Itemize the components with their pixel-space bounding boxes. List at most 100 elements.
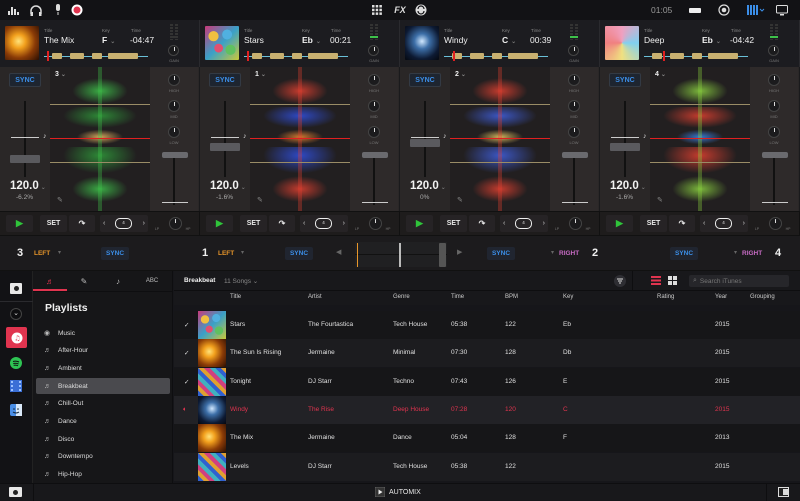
chevron-down-icon[interactable]: ▾: [734, 249, 737, 256]
chevron-down-icon[interactable]: ▾: [551, 249, 554, 256]
filter-knob[interactable]: [769, 217, 782, 230]
track-row[interactable]: ✓ Stars The Fourtastica Tech House 05:38 122 E…: [174, 311, 800, 339]
crossfader-handle[interactable]: [439, 243, 446, 267]
deck-number-select[interactable]: 3 ⌄: [55, 71, 66, 78]
sync-button[interactable]: SYNC: [487, 247, 515, 260]
waveform[interactable]: 3 ⌄ ✎: [50, 67, 150, 211]
finder-icon[interactable]: [10, 404, 22, 416]
playlists-tab[interactable]: ♬: [33, 271, 67, 291]
pitch-slider[interactable]: [624, 101, 626, 177]
jump-button[interactable]: ↷: [669, 215, 695, 232]
deck-side-select[interactable]: LEFT: [218, 250, 234, 257]
loop-toggle-button[interactable]: 4: [515, 218, 532, 229]
play-button[interactable]: ▶: [6, 215, 33, 232]
volume-fader-track[interactable]: [173, 155, 175, 205]
loop-increase-button[interactable]: ›: [343, 220, 345, 227]
song-count-dropdown[interactable]: 11 Songs ⌄: [224, 277, 258, 285]
volume-fader-track[interactable]: [373, 155, 375, 205]
eq-low-knob[interactable]: [768, 126, 780, 138]
sync-button[interactable]: SYNC: [209, 73, 241, 87]
pitch-slider[interactable]: [24, 101, 26, 177]
gain-knob[interactable]: [368, 45, 379, 56]
keyboard-icon[interactable]: [688, 3, 702, 17]
itunes-source-button[interactable]: ♫: [6, 327, 27, 348]
pitch-slider-handle[interactable]: [410, 139, 440, 147]
vinyl-icon[interactable]: [10, 283, 22, 294]
track-row[interactable]: The Mix Jermaine Dance 05:04 128 F 2013: [174, 424, 800, 453]
edit-pencil-icon[interactable]: ✎: [457, 196, 463, 204]
deck-key[interactable]: C ⌄: [502, 35, 516, 45]
cue-set-button[interactable]: SET: [240, 215, 267, 232]
deck-bpm[interactable]: 120.0 ⌄: [610, 180, 646, 192]
gain-control[interactable]: GAIN: [168, 24, 182, 64]
loop-decrease-button[interactable]: ‹: [503, 220, 505, 227]
chevron-down-icon[interactable]: ▾: [58, 249, 61, 256]
filter-knob[interactable]: [369, 217, 382, 230]
sync-button[interactable]: SYNC: [609, 73, 641, 87]
cue-set-button[interactable]: SET: [640, 215, 667, 232]
eq-mid-knob[interactable]: [168, 100, 180, 112]
column-genre[interactable]: Genre: [393, 294, 410, 300]
keylock-icon[interactable]: ♪: [43, 133, 47, 140]
sync-button[interactable]: SYNC: [285, 247, 313, 260]
playlist-item[interactable]: ♬ Ambient: [36, 360, 170, 376]
eq-high-knob[interactable]: [568, 74, 580, 86]
checkmark-icon[interactable]: ✓: [184, 321, 189, 329]
crossfader-right-arrow[interactable]: ▶: [457, 248, 462, 256]
pitch-slider-handle[interactable]: [10, 155, 40, 163]
automix-button[interactable]: AUTOMIX: [375, 487, 421, 497]
cue-set-button[interactable]: SET: [440, 215, 467, 232]
volume-fader-handle[interactable]: [362, 152, 388, 158]
mixer-view-icon[interactable]: [9, 487, 22, 497]
waveform[interactable]: 4 ⌄ ✎: [650, 67, 750, 211]
column-grouping[interactable]: Grouping: [750, 294, 775, 300]
filter-button[interactable]: [614, 275, 626, 287]
edit-pencil-icon[interactable]: ✎: [657, 196, 663, 204]
deck-key[interactable]: F ⌄: [102, 35, 115, 45]
eq-low-knob[interactable]: [368, 126, 380, 138]
playlist-item[interactable]: ♬ After-Hour: [36, 343, 170, 359]
column-rating[interactable]: Rating: [657, 294, 674, 300]
playlist-item[interactable]: ♬ Disco: [36, 431, 170, 447]
sync-button[interactable]: SYNC: [409, 73, 441, 87]
gain-control[interactable]: GAIN: [368, 24, 382, 64]
filter-knob[interactable]: [169, 217, 182, 230]
list-view-button[interactable]: [651, 276, 661, 287]
eq-low-knob[interactable]: [168, 126, 180, 138]
loop-toggle-button[interactable]: 4: [115, 218, 132, 229]
keylock-icon[interactable]: ♪: [443, 133, 447, 140]
pitch-slider-handle[interactable]: [210, 143, 240, 151]
sync-button[interactable]: SYNC: [101, 247, 129, 260]
play-button[interactable]: ▶: [206, 215, 233, 232]
track-overview[interactable]: [244, 51, 348, 61]
playlist-item[interactable]: ♬ Chill-Out: [36, 396, 170, 412]
deck-number-select[interactable]: 1 ⌄: [255, 71, 266, 78]
sync-icon[interactable]: [414, 3, 428, 17]
spotify-icon[interactable]: [10, 357, 22, 369]
deck-side-select[interactable]: LEFT: [34, 250, 50, 257]
headphones-icon[interactable]: [29, 3, 43, 17]
column-artist[interactable]: Artist: [308, 294, 322, 300]
filter-knob[interactable]: [569, 217, 582, 230]
waveform[interactable]: 2 ⌄ ✎: [450, 67, 550, 211]
volume-fader-handle[interactable]: [562, 152, 588, 158]
play-button[interactable]: ▶: [606, 215, 633, 232]
edit-pencil-icon[interactable]: ✎: [257, 196, 263, 204]
grid-icon[interactable]: [370, 3, 384, 17]
eq-high-knob[interactable]: [368, 74, 380, 86]
deck-bpm[interactable]: 120.0 ⌄: [210, 180, 246, 192]
search-input[interactable]: ⌕ Search iTunes: [689, 275, 789, 287]
eq-mid-knob[interactable]: [568, 100, 580, 112]
loop-toggle-button[interactable]: 4: [715, 218, 732, 229]
checkmark-icon[interactable]: ✓: [184, 378, 189, 386]
track-row[interactable]: ✓ The Sun Is Rising Jermaine Minimal 07:30 12…: [174, 339, 800, 368]
sync-button[interactable]: SYNC: [670, 247, 698, 260]
layout-icon[interactable]: [746, 3, 766, 17]
music-file-tab[interactable]: ♪: [101, 271, 135, 291]
column-time[interactable]: Time: [451, 294, 464, 300]
microphone-tab[interactable]: ✎: [67, 271, 101, 291]
volume-fader-track[interactable]: [573, 155, 575, 205]
edit-pencil-icon[interactable]: ✎: [57, 196, 63, 204]
playlist-item[interactable]: ♬ Dance: [36, 414, 170, 430]
column-title[interactable]: Title: [230, 294, 241, 300]
